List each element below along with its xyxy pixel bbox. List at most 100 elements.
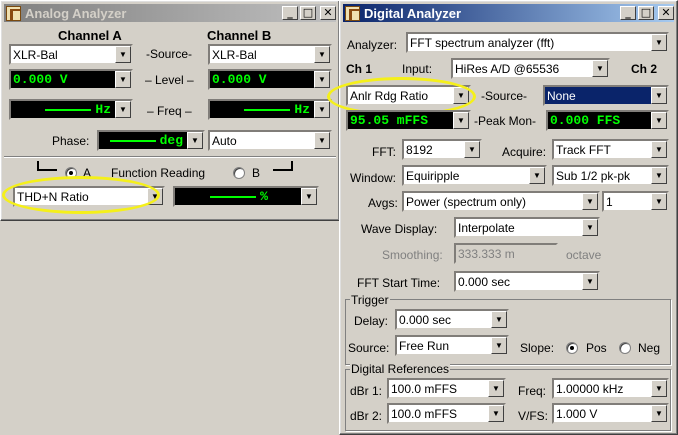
avgs-count-value: 1	[606, 194, 613, 209]
phase-mode-select[interactable]: Auto ▼	[208, 130, 332, 151]
analyzer-select[interactable]: FFT spectrum analyzer (fft) ▼	[406, 32, 669, 53]
chevron-down-icon: ▼	[651, 87, 667, 104]
acquire-select[interactable]: Track FFT ▼	[552, 139, 669, 160]
close-button[interactable]: ✕	[658, 6, 674, 20]
delay-field[interactable]: 0.000 sec ▼	[395, 309, 509, 330]
close-button[interactable]: ✕	[320, 6, 336, 20]
chevron-down-icon: ▼	[651, 405, 667, 422]
analog-analyzer-window: Analog Analyzer _ □ ✕ Channel A Channel …	[0, 0, 340, 221]
dbr1-field[interactable]: 100.0 mFFS ▼	[387, 378, 506, 399]
chevron-down-icon: ▼	[488, 380, 504, 397]
chevron-down-icon: ▼	[314, 71, 330, 88]
chevron-down-icon: ▼	[582, 193, 598, 210]
function-reading-unit: %	[260, 189, 268, 204]
freq-ref-value: 1.00000 kHz	[556, 381, 624, 396]
peakmon-label: -Peak Mon-	[474, 114, 537, 128]
slope-label: Slope:	[520, 341, 555, 355]
fft-label: FFT:	[372, 145, 396, 159]
chevron-down-icon: ▼	[314, 101, 330, 118]
chevron-down-icon: ▼	[651, 141, 667, 158]
fft-select[interactable]: 8192 ▼	[402, 139, 482, 160]
digital-references-label: Digital References	[350, 362, 451, 376]
dbr2-field[interactable]: 100.0 mFFS ▼	[387, 403, 506, 424]
chevron-down-icon: ▼	[314, 46, 330, 63]
freq-a-unit: Hz	[95, 102, 111, 117]
wave-display-label: Wave Display:	[361, 222, 438, 236]
dbr2-value: 100.0 mFFS	[391, 406, 458, 421]
analog-titlebar[interactable]: Analog Analyzer _ □ ✕	[4, 4, 336, 22]
input-select[interactable]: HiRes A/D @65536 ▼	[451, 58, 610, 79]
freq-ref-field[interactable]: 1.00000 kHz ▼	[552, 378, 669, 399]
smoothing-field: 333.333 m	[454, 243, 558, 264]
fft-value: 8192	[406, 142, 433, 157]
avgs-count-select[interactable]: 1 ▼	[602, 191, 669, 212]
slope-pos-radio[interactable]	[566, 342, 578, 354]
window-select[interactable]: Equiripple ▼	[402, 165, 547, 186]
chevron-down-icon: ▼	[314, 132, 330, 149]
phase-field[interactable]: deg ▼	[97, 130, 205, 151]
maximize-button[interactable]: □	[638, 6, 654, 20]
dbr2-label: dBr 2:	[350, 409, 383, 423]
maximize-button[interactable]: □	[300, 6, 316, 20]
dbr1-label: dBr 1:	[350, 384, 383, 398]
analyzer-value: FFT spectrum analyzer (fft)	[410, 35, 555, 50]
phase-unit: deg	[159, 133, 183, 148]
peakmon-ch2-field[interactable]: 0.000 FFS ▼	[546, 110, 669, 131]
window-label: Window:	[350, 171, 397, 185]
chevron-down-icon: ▼	[488, 405, 504, 422]
chevron-down-icon: ▼	[491, 311, 507, 328]
level-a-field[interactable]: 0.000 V ▼	[9, 69, 133, 90]
fft-start-value: 0.000 sec	[458, 274, 511, 289]
chevron-down-icon: ▼	[651, 34, 667, 51]
source-b-value: XLR-Bal	[212, 47, 257, 62]
smoothing-label: Smoothing:	[382, 248, 443, 262]
freq-b-field[interactable]: Hz ▼	[208, 99, 332, 120]
freq-ref-label: Freq:	[518, 384, 547, 398]
bracket-right	[273, 161, 293, 171]
smoothing-unit: octave	[566, 248, 602, 262]
freq-a-field[interactable]: Hz ▼	[9, 99, 133, 120]
smoothing-value: 333.333 m	[458, 246, 515, 261]
fft-start-field[interactable]: 0.000 sec ▼	[454, 271, 600, 292]
window-value: Equiripple	[406, 168, 460, 183]
wave-display-select[interactable]: Interpolate ▼	[454, 217, 600, 238]
delay-label: Delay:	[354, 314, 389, 328]
slope-neg-radio[interactable]	[619, 342, 631, 354]
vfs-label: V/FS:	[518, 409, 549, 423]
level-b-value: 0.000 V	[212, 72, 267, 87]
peakmon-ch1-field[interactable]: 95.05 mFFS ▼	[346, 110, 471, 131]
delay-value: 0.000 sec	[399, 312, 452, 327]
peakmon-ch1-value: 95.05 mFFS	[350, 113, 429, 128]
vfs-field[interactable]: 1.000 V ▼	[552, 403, 669, 424]
chevron-down-icon: ▼	[453, 112, 469, 129]
chevron-down-icon: ▼	[582, 219, 598, 236]
radio-b[interactable]	[233, 167, 245, 179]
chevron-down-icon: ▼	[464, 141, 480, 158]
trigger-group-label: Trigger	[350, 293, 390, 307]
app-icon	[6, 5, 21, 21]
trigger-source-select[interactable]: Free Run ▼	[395, 335, 509, 356]
window-sub-select[interactable]: Sub 1/2 pk-pk ▼	[552, 165, 669, 186]
freq-b-unit: Hz	[294, 102, 310, 117]
digital-titlebar[interactable]: Digital Analyzer _ □ ✕	[343, 4, 674, 22]
wave-display-value: Interpolate	[458, 220, 515, 235]
level-a-value: 0.000 V	[13, 72, 68, 87]
avgs-select[interactable]: Power (spectrum only) ▼	[402, 191, 600, 212]
trigger-source-value: Free Run	[399, 338, 450, 353]
chevron-down-icon: ▼	[582, 273, 598, 290]
chevron-down-icon: ▼	[115, 71, 131, 88]
minimize-button[interactable]: _	[620, 6, 636, 20]
level-label: – Level –	[145, 73, 194, 87]
function-reading-field[interactable]: % ▼	[173, 186, 319, 207]
source-a-select[interactable]: XLR-Bal ▼	[9, 44, 133, 65]
avgs-value: Power (spectrum only)	[406, 194, 527, 209]
minimize-button[interactable]: _	[282, 6, 298, 20]
slope-pos-label: Pos	[586, 341, 607, 355]
source-b-select[interactable]: XLR-Bal ▼	[208, 44, 332, 65]
radio-b-label: B	[252, 166, 261, 180]
app-icon	[345, 5, 360, 21]
trigger-source-label: Source:	[348, 341, 390, 355]
level-b-field[interactable]: 0.000 V ▼	[208, 69, 332, 90]
source-ch2-select[interactable]: None ▼	[543, 85, 669, 106]
function-reading-label: Function Reading	[111, 166, 206, 180]
